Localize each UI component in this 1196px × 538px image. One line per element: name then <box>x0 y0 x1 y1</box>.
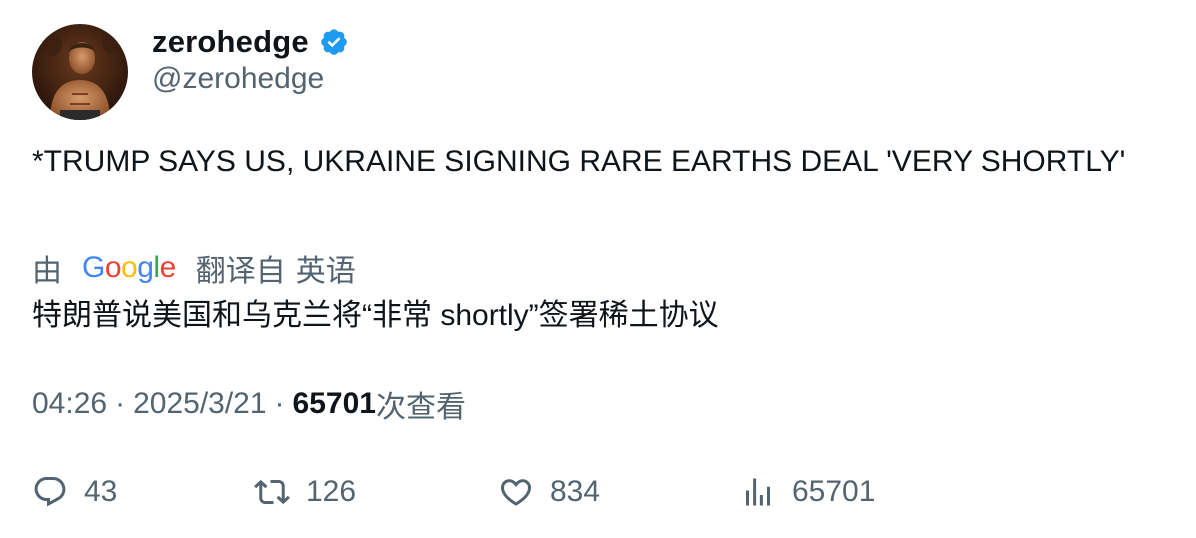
user-handle[interactable]: @zerohedge <box>152 62 324 96</box>
meta-separator: · <box>274 387 285 420</box>
like-button[interactable]: 834 <box>498 472 600 512</box>
repost-count: 126 <box>306 475 357 508</box>
like-count: 834 <box>550 475 601 508</box>
repost-button[interactable]: 126 <box>254 472 356 512</box>
translated-text: 特朗普说美国和乌克兰将“非常 shortly”签署稀土协议 <box>32 299 719 332</box>
avatar[interactable] <box>32 24 128 120</box>
translation-prefix: 由 <box>32 255 62 288</box>
tweet-text: *TRUMP SAYS US, UKRAINE SIGNING RARE EAR… <box>32 145 1126 178</box>
verified-badge-icon[interactable] <box>319 27 349 57</box>
views-button[interactable]: 65701 <box>740 472 875 512</box>
views-count: 65701 <box>292 387 376 420</box>
reply-icon <box>34 477 66 507</box>
heart-icon <box>500 479 532 506</box>
views-action-count: 65701 <box>792 475 876 508</box>
action-bar: 43 126 834 65701 <box>32 472 1132 512</box>
analytics-icon <box>746 478 770 506</box>
reply-count: 43 <box>84 475 118 508</box>
repost-icon <box>254 479 290 505</box>
reply-button[interactable]: 43 <box>32 472 117 512</box>
translation-attribution: 由 Google 翻译自 英语 <box>32 248 356 288</box>
tweet-time[interactable]: 04:26 <box>32 387 107 421</box>
google-logo: Google <box>82 251 176 284</box>
translation-suffix: 翻译自 <box>195 255 286 288</box>
tweet-date[interactable]: 2025/3/21 <box>133 387 266 421</box>
views-label: 次查看 <box>375 391 466 424</box>
avatar-image <box>32 24 128 120</box>
meta-separator: · <box>115 387 126 420</box>
display-name-row: zerohedge <box>152 22 349 62</box>
display-name[interactable]: zerohedge <box>152 24 309 60</box>
translation-language: 英语 <box>295 255 356 288</box>
tweet-meta: 04:26 · 2025/3/21 · 65701 次查看 <box>32 384 466 424</box>
